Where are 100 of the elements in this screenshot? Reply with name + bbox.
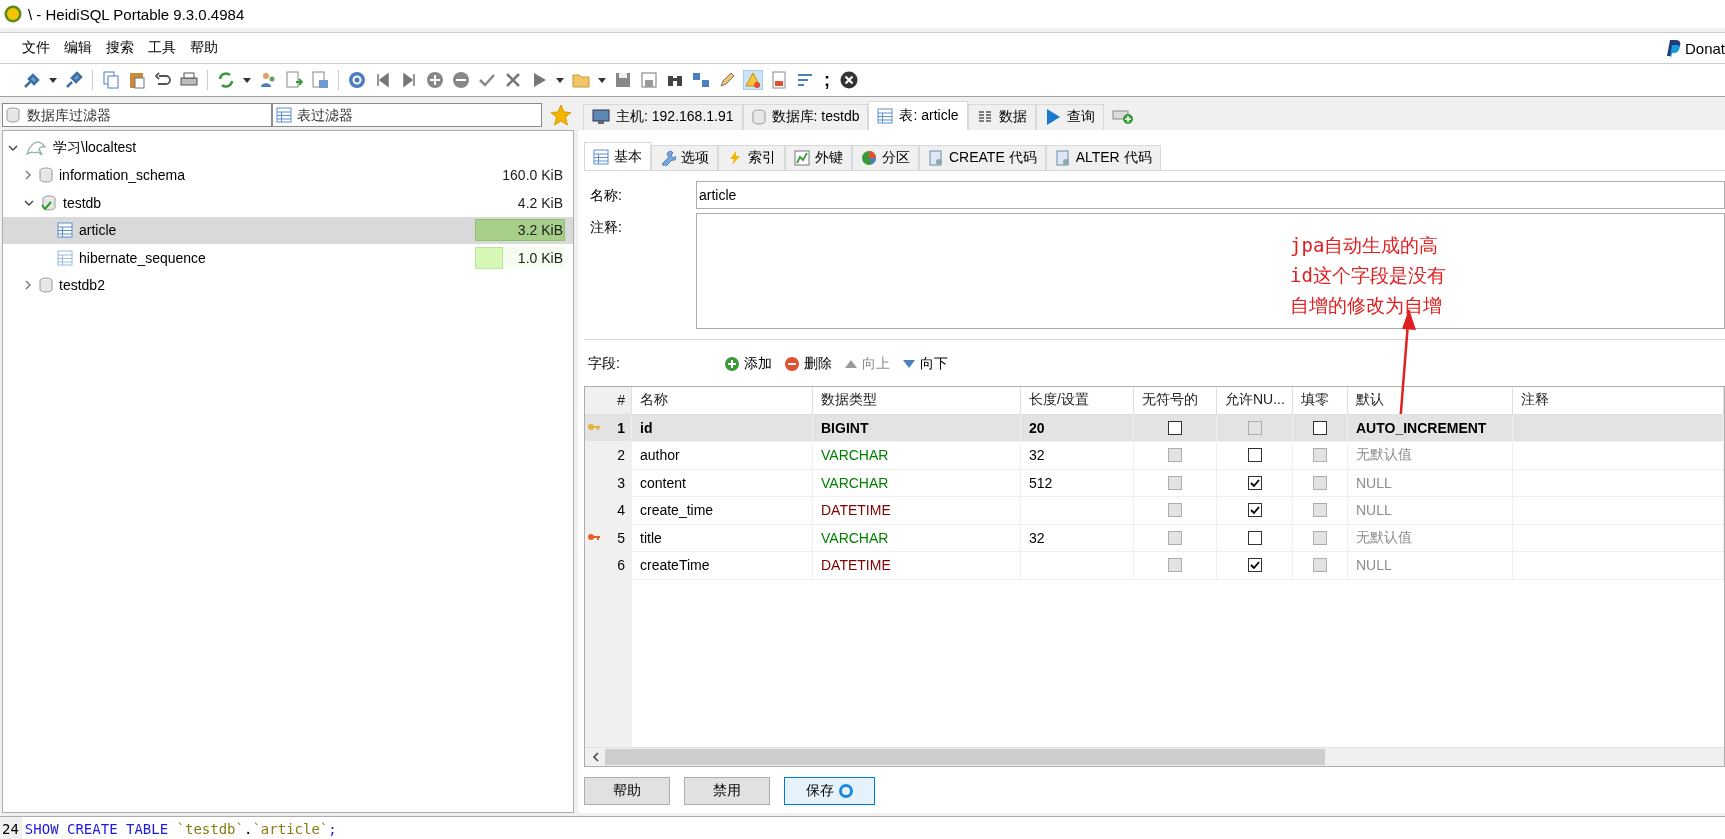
tab[interactable]: 查询 [1035,103,1104,130]
menu-item[interactable]: 编辑 [64,39,92,57]
column-header[interactable]: 长度/设置 [1021,387,1134,415]
file-icon[interactable] [769,70,789,90]
table-cell: 无默认值 [1356,446,1412,465]
table-icon [57,249,73,266]
copy-icon[interactable] [101,70,121,90]
comment-field[interactable] [696,213,1725,329]
export-icon[interactable] [284,70,304,90]
table-filter-field[interactable]: 表过滤器 [272,103,542,127]
row-number: 6 [617,557,625,574]
database-filter-field[interactable]: 数据库过滤器 [2,103,272,127]
window-title: \ - HeidiSQL Portable 9.3.0.4984 [28,5,245,23]
tab[interactable]: 选项 [651,145,718,170]
chevron-right-icon[interactable] [23,169,33,182]
menu-item[interactable]: 工具 [148,39,176,57]
plus-icon[interactable] [425,70,445,90]
down-triangle-icon [902,359,916,369]
tree-item[interactable]: 学习\localtest [3,134,573,162]
table-cell: 20 [1029,419,1045,436]
stop-icon[interactable] [839,70,859,90]
help-icon[interactable] [347,70,367,90]
tab[interactable]: ALTER 代码 [1045,145,1161,170]
toolbar-button[interactable]: 向下 [896,355,954,373]
import-icon[interactable] [310,70,330,90]
tab[interactable]: 表: article [868,100,968,130]
column-header[interactable]: 无符号的 [1134,387,1217,415]
table-cell: VARCHAR [821,529,889,546]
tab[interactable]: 数据库: testdb [742,103,869,130]
column-header[interactable]: 允许NU... [1217,387,1293,415]
column-header[interactable]: 名称 [632,387,813,415]
tab[interactable]: 外键 [785,145,852,170]
table-icon [276,107,292,123]
wrench-icon [660,150,676,166]
checkbox[interactable] [1313,420,1327,435]
checkbox[interactable] [1168,420,1182,435]
checkbox[interactable] [1247,530,1262,545]
table-cell: DATETIME [821,557,891,574]
pie-icon [861,150,877,166]
size-label: 4.2 KiB [517,194,564,211]
chart-icon [794,150,810,166]
save-icon[interactable] [613,70,633,90]
minus-icon [784,356,800,372]
tree-item[interactable]: article 3.2 KiB [3,216,573,244]
chevron-right-icon[interactable] [23,279,33,292]
tab[interactable]: 分区 [852,145,919,170]
menu-item[interactable]: 文件 [22,39,50,57]
dialog-button[interactable]: 帮助 [584,777,670,805]
column-header[interactable]: 填零 [1293,387,1348,415]
tab[interactable]: 基本 [584,142,651,170]
menu-item[interactable]: 搜索 [106,39,134,57]
plug-icon[interactable] [64,70,84,90]
table-cell: NULL [1356,557,1392,574]
dialog-button[interactable]: 保存 [784,777,875,805]
refresh-icon[interactable] [216,70,236,90]
tab[interactable]: 数据 [967,103,1036,130]
up-triangle-icon [844,359,858,369]
column-header[interactable]: 注释 [1513,387,1724,415]
tree-item[interactable]: testdb2 [3,271,573,299]
column-header[interactable]: # [585,387,632,415]
table-cell: AUTO_INCREMENT [1356,419,1487,436]
tab[interactable]: 主机: 192.168.1.91 [583,103,743,130]
table-cell: DATETIME [821,502,891,519]
row-number: 1 [617,419,625,436]
app-logo-icon [4,5,22,23]
dialog-button[interactable]: 禁用 [684,777,770,805]
star-icon[interactable] [550,104,572,126]
table-cell: BIGINT [821,419,869,436]
table-cell: 32 [1029,529,1045,546]
lightning-icon [727,150,743,166]
tree-item[interactable]: testdb 4.2 KiB [3,189,573,217]
warning-icon[interactable] [743,70,763,90]
tab[interactable]: 索引 [718,145,785,170]
checkbox[interactable] [1247,475,1262,490]
name-field[interactable]: article [696,181,1725,209]
tree-item[interactable]: hibernate_sequence 1.0 KiB [3,244,573,272]
column-header[interactable]: 数据类型 [813,387,1021,415]
pencil-icon[interactable] [717,70,737,90]
field-label: 名称: [590,186,623,205]
table-cell: id [640,419,653,436]
semicolon-button[interactable]: ; [821,69,833,91]
save-as-icon[interactable] [639,70,659,90]
column-header[interactable]: 默认 [1348,387,1513,415]
tree-item[interactable]: information_schema 160.0 KiB [3,161,573,189]
paste-icon[interactable] [127,70,147,90]
sql-log-line: SHOW CREATE TABLE `testdb`.`article`; [23,820,337,839]
database-icon [6,107,20,123]
checkbox[interactable] [1247,503,1262,518]
toolbar-button[interactable]: 添加 [718,355,778,373]
horizontal-scrollbar[interactable] [585,747,1724,766]
tab[interactable]: CREATE 代码 [919,145,1046,170]
minus-icon[interactable] [451,70,471,90]
plus-icon [724,356,740,372]
menu-item[interactable]: 帮助 [190,39,218,57]
donate-link[interactable]: Donat [1684,39,1725,57]
checkbox[interactable] [1247,448,1262,463]
toolbar-button[interactable]: 删除 [778,355,838,373]
field-label: 注释: [590,218,623,237]
scroll-left-icon[interactable] [591,752,601,762]
checkbox[interactable] [1247,558,1262,573]
